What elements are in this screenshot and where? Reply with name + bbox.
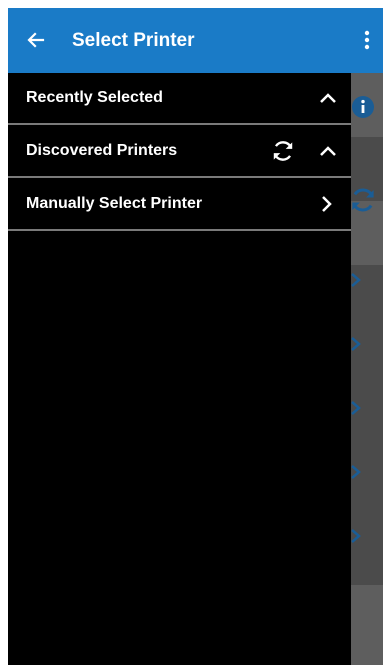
arrow-left-icon: [27, 32, 45, 48]
phone-screen: Select Printer Recently Selected Discove…: [8, 8, 383, 665]
refresh-icon[interactable]: [270, 138, 296, 164]
drawer-item-recently-selected[interactable]: Recently Selected: [8, 73, 351, 125]
back-button[interactable]: [20, 24, 52, 56]
chevron-right-icon: [351, 337, 361, 351]
printer-drawer: Recently Selected Discovered Printers Ma…: [8, 73, 351, 665]
app-bar: Select Printer: [8, 8, 383, 73]
chevron-up-icon[interactable]: [315, 85, 341, 111]
drawer-item-label: Discovered Printers: [26, 142, 178, 159]
overflow-menu-button[interactable]: [355, 24, 379, 56]
chevron-right-icon[interactable]: [313, 191, 339, 217]
chevron-right-icon: [351, 273, 361, 287]
info-icon[interactable]: [351, 95, 375, 119]
chevron-right-icon: [351, 465, 361, 479]
chevron-right-icon: [351, 401, 361, 415]
page-title: Select Printer: [72, 30, 195, 51]
drawer-item-label: Manually Select Printer: [26, 195, 203, 212]
refresh-icon[interactable]: [348, 185, 378, 215]
more-vert-icon: [364, 30, 370, 50]
drawer-item-manually-select-printer[interactable]: Manually Select Printer: [8, 179, 351, 231]
chevron-up-icon[interactable]: [315, 138, 341, 164]
drawer-item-discovered-printers[interactable]: Discovered Printers: [8, 126, 351, 178]
chevron-right-icon: [351, 529, 361, 543]
drawer-item-label: Recently Selected: [26, 89, 163, 106]
